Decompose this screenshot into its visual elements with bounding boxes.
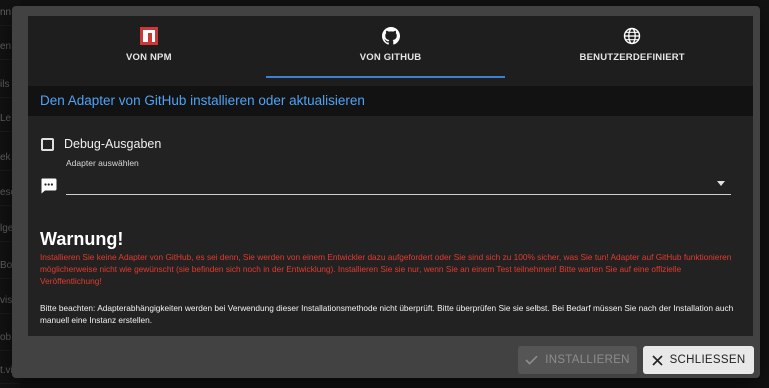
adapter-select-label: Adapter auswählen	[66, 158, 139, 168]
install-button[interactable]: INSTALLIEREN	[518, 346, 637, 374]
github-icon	[381, 27, 400, 45]
tab-bar: VON NPM VON GITHUB BENUTZERDEFINIERT	[28, 16, 753, 78]
tab-label: VON GITHUB	[359, 52, 422, 63]
warning-title: Warnung!	[40, 229, 124, 249]
warning-text: Installieren Sie keine Adapter von GitHu…	[40, 252, 732, 287]
section-header: Den Adapter von GitHub installieren oder…	[28, 86, 753, 116]
github-install-form: Debug-Ausgaben Adapter auswählen Warnung…	[28, 116, 753, 336]
dependency-note: Bitte beachten: Adapterabhängigkeiten we…	[40, 303, 734, 326]
check-icon	[525, 355, 538, 365]
close-button-label: SCHLIESSEN	[669, 354, 746, 366]
globe-icon	[623, 27, 641, 45]
dialog-content: VON NPM VON GITHUB BENUTZERDEFINIERT Den…	[28, 16, 753, 336]
tab-npm[interactable]: VON NPM	[28, 16, 270, 78]
tab-custom[interactable]: BENUTZERDEFINIERT	[511, 16, 753, 78]
npm-icon	[139, 27, 158, 45]
dropdown-arrow-icon	[717, 181, 725, 186]
adapter-select[interactable]	[66, 173, 731, 195]
tab-label: VON NPM	[125, 52, 172, 63]
active-tab-indicator	[266, 76, 505, 78]
debug-checkbox-label: Debug-Ausgaben	[64, 137, 162, 151]
close-button[interactable]: SCHLIESSEN	[643, 346, 754, 374]
tab-github[interactable]: VON GITHUB	[270, 16, 512, 78]
install-button-label: INSTALLIEREN	[545, 354, 630, 366]
debug-checkbox[interactable]	[41, 137, 54, 151]
tab-label: BENUTZERDEFINIERT	[579, 52, 685, 63]
install-dialog: VON NPM VON GITHUB BENUTZERDEFINIERT Den…	[12, 6, 760, 378]
debug-checkbox-row[interactable]: Debug-Ausgaben	[41, 135, 161, 153]
close-icon	[651, 354, 663, 366]
comment-icon	[41, 178, 57, 194]
